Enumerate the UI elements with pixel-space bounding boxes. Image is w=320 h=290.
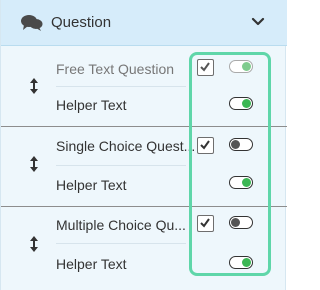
helper-text-label: Helper Text bbox=[56, 256, 127, 272]
question-toggle[interactable] bbox=[229, 60, 253, 73]
row-divider bbox=[56, 165, 186, 166]
question-toggle[interactable] bbox=[229, 138, 253, 151]
row-divider bbox=[56, 243, 186, 244]
drag-handle-icon[interactable] bbox=[29, 235, 39, 253]
question-label: Multiple Choice Qu... bbox=[56, 217, 186, 233]
question-group-multiple-choice: Multiple Choice Qu... Helper Text bbox=[1, 206, 287, 286]
question-group-free-text: Free Text Question Helper Text bbox=[1, 46, 287, 126]
drag-handle-icon[interactable] bbox=[29, 77, 39, 95]
question-panel: Question Free Text Question Helper Text … bbox=[0, 0, 287, 290]
chat-bubbles-icon bbox=[21, 15, 43, 31]
helper-text-label: Helper Text bbox=[56, 177, 127, 193]
helper-text-toggle[interactable] bbox=[229, 256, 253, 269]
question-label: Single Choice Quest... bbox=[56, 138, 196, 154]
question-checkbox[interactable] bbox=[197, 137, 214, 154]
question-label: Free Text Question bbox=[56, 61, 175, 77]
row-divider bbox=[56, 86, 186, 87]
question-section-header[interactable]: Question bbox=[1, 0, 287, 46]
section-title: Question bbox=[51, 14, 112, 31]
drag-handle-icon[interactable] bbox=[29, 155, 39, 173]
helper-text-toggle[interactable] bbox=[229, 97, 253, 110]
question-checkbox[interactable] bbox=[197, 59, 214, 76]
helper-text-toggle[interactable] bbox=[229, 176, 253, 189]
chevron-down-icon[interactable] bbox=[251, 15, 265, 29]
question-toggle[interactable] bbox=[229, 216, 253, 229]
helper-text-label: Helper Text bbox=[56, 97, 127, 113]
question-checkbox[interactable] bbox=[197, 215, 214, 232]
question-group-single-choice: Single Choice Quest... Helper Text bbox=[1, 126, 287, 206]
